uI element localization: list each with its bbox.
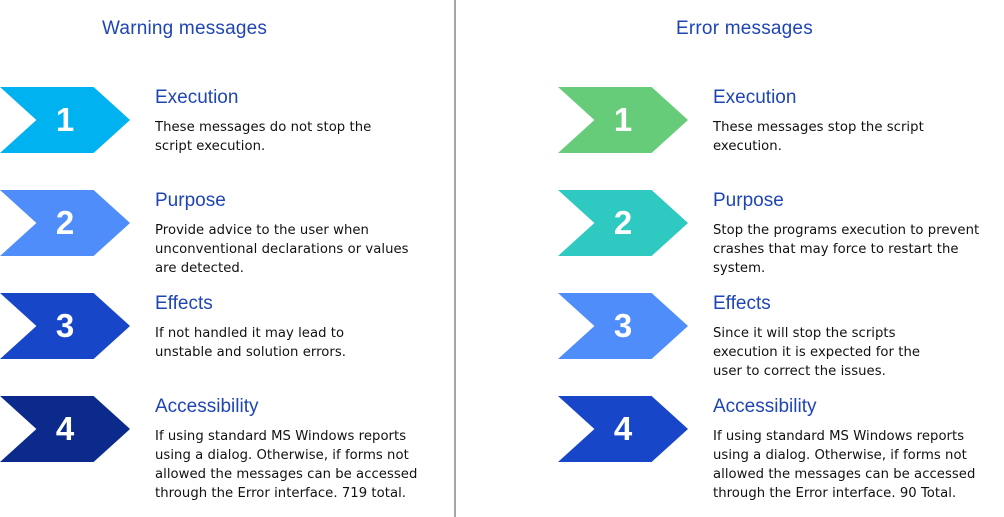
step-number: 3 — [613, 307, 633, 344]
description-line: system. — [713, 261, 766, 276]
item-description: Provide advice to the user when unconven… — [155, 221, 409, 278]
description-line: Since it will stop the scripts — [713, 326, 896, 341]
step-number: 4 — [55, 410, 75, 447]
error-item-execution: 1 Execution These messages stop the scri… — [558, 87, 1004, 187]
error-column: Error messages 1 Execution These message… — [558, 0, 1004, 517]
description-line: are detected. — [155, 261, 245, 276]
description-line: These messages do not stop the — [155, 120, 372, 135]
step-number: 2 — [613, 204, 633, 241]
column-title: Warning messages — [102, 18, 268, 39]
description-line: allowed the messages can be accessed — [713, 467, 976, 482]
item-heading: Execution — [155, 87, 239, 108]
item-heading: Effects — [155, 293, 213, 314]
warning-column: Warning messages 1 Execution These messa… — [0, 0, 480, 517]
description-line: execution. — [713, 139, 782, 154]
description-line: unstable and solution errors. — [155, 345, 347, 360]
description-line: allowed the messages can be accessed — [155, 467, 418, 482]
description-line: Stop the programs execution to prevent — [713, 223, 980, 238]
description-line: unconventional declarations or values — [155, 242, 409, 257]
step-number: 4 — [613, 410, 633, 447]
step-number: 1 — [55, 101, 75, 138]
item-description: If not handled it may lead to unstable a… — [155, 324, 346, 362]
item-heading: Execution — [713, 87, 797, 108]
description-line: crashes that may force to restart the — [713, 242, 959, 257]
item-description: Since it will stop the scripts execution… — [713, 324, 920, 381]
description-line: If using standard MS Windows reports — [713, 429, 965, 444]
item-description: Stop the programs execution to prevent c… — [713, 221, 979, 278]
error-item-purpose: 2 Purpose Stop the programs execution to… — [558, 190, 1004, 290]
item-description: If using standard MS Windows reports usi… — [155, 427, 417, 503]
item-heading: Effects — [713, 293, 771, 314]
description-line: Provide advice to the user when — [155, 223, 369, 238]
description-line: execution it is expected for the — [713, 345, 921, 360]
item-heading: Purpose — [713, 190, 784, 211]
description-line: through the Error interface. 719 total. — [155, 486, 407, 501]
step-number: 3 — [55, 307, 75, 344]
description-line: script execution. — [155, 139, 266, 154]
warning-item-effects: 3 Effects If not handled it may lead to … — [0, 293, 460, 393]
description-line: These messages stop the script — [713, 120, 924, 135]
item-heading: Accessibility — [713, 396, 817, 417]
item-description: These messages do not stop the script ex… — [155, 118, 371, 156]
description-line: through the Error interface. 90 Total. — [713, 486, 957, 501]
error-item-accessibility: 4 Accessibility If using standard MS Win… — [558, 396, 1004, 501]
step-number: 2 — [55, 204, 75, 241]
description-line: using a dialog. Otherwise, if forms not — [155, 448, 409, 463]
item-heading: Purpose — [155, 190, 226, 211]
item-description: These messages stop the script execution… — [713, 118, 924, 156]
column-title: Error messages — [676, 18, 813, 39]
column-divider — [454, 0, 456, 517]
description-line: user to correct the issues. — [713, 364, 886, 379]
step-number: 1 — [613, 101, 633, 138]
warning-item-execution: 1 Execution These messages do not stop t… — [0, 87, 460, 187]
item-description: If using standard MS Windows reports usi… — [713, 427, 975, 503]
item-heading: Accessibility — [155, 396, 259, 417]
description-line: If using standard MS Windows reports — [155, 429, 407, 444]
warning-item-accessibility: 4 Accessibility If using standard MS Win… — [0, 396, 460, 501]
description-line: If not handled it may lead to — [155, 326, 345, 341]
description-line: using a dialog. Otherwise, if forms not — [713, 448, 967, 463]
warning-item-purpose: 2 Purpose Provide advice to the user whe… — [0, 190, 460, 290]
error-item-effects: 3 Effects Since it will stop the scripts… — [558, 293, 1004, 393]
